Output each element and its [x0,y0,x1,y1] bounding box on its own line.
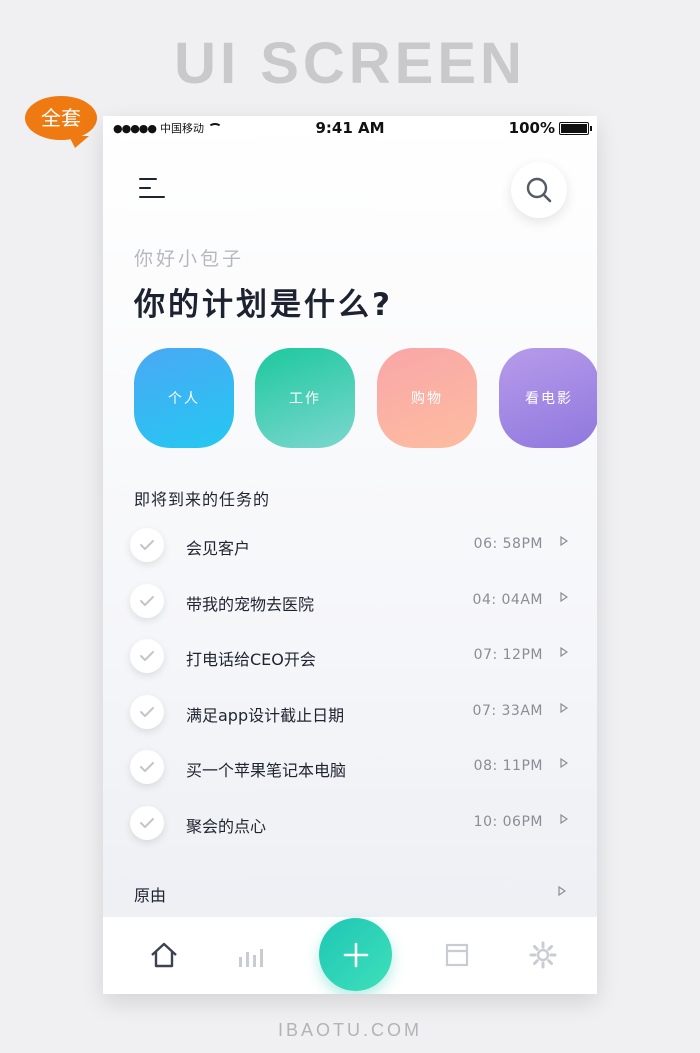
task-checkbox[interactable] [130,694,164,729]
status-bar: ●●●●● 中国移动 9:41 AM 100% [103,116,597,140]
upcoming-tasks-title: 即将到来的任务的 [134,490,271,509]
chevron-right-icon[interactable] [560,702,568,713]
task-row[interactable]: 会见客户 06: 58PM [130,526,570,566]
task-time: 06: 58PM [473,536,543,552]
category-label: 个人 [168,391,200,407]
home-icon[interactable] [149,941,179,969]
add-icon [343,942,368,967]
chevron-right-icon[interactable] [560,591,568,602]
search-button[interactable] [511,162,567,218]
category-label: 工作 [289,391,321,407]
chevron-right-icon[interactable] [560,758,568,768]
calendar-icon[interactable] [445,943,469,967]
task-time: 04: 04AM [472,591,543,608]
task-row[interactable]: 带我的宠物去医院 04: 04AM [130,582,570,622]
task-time: 10: 06PM [473,813,543,830]
greeting-text: 你好小包子 [134,248,245,270]
check-icon [140,706,154,717]
category-label: 看电影 [525,391,573,407]
footer-url: IBAOTU.COM [277,1020,422,1040]
chevron-right-icon[interactable] [558,886,566,896]
status-right: 100% [508,119,592,137]
category-shopping[interactable]: 购物 [377,348,477,448]
menu-icon[interactable] [139,176,167,202]
settings-icon[interactable] [529,941,557,969]
task-checkbox[interactable] [130,805,164,840]
task-time: 07: 33AM [472,702,543,719]
task-label: 会见客户 [186,539,251,558]
category-label: 购物 [411,391,443,407]
search-icon [526,177,552,203]
task-row[interactable]: 买一个苹果笔记本电脑 08: 11PM [130,748,570,788]
poster-title: UI SCREEN [174,31,526,96]
headline: 你的计划是什么? [134,287,393,323]
check-icon [140,540,154,550]
task-label: 打电话给CEO开会 [186,650,316,669]
phone-screen: ●●●●● 中国移动 9:41 AM 100% 你好小包子 你的计划是什么? 个… [103,116,597,994]
category-work[interactable]: 工作 [255,348,355,448]
chevron-right-icon[interactable] [560,813,568,824]
check-icon [140,762,154,772]
battery-percent: 100% [508,119,555,137]
task-row[interactable]: 聚会的点心 10: 06PM [130,804,570,844]
task-row[interactable]: 打电话给CEO开会 07: 12PM [130,637,570,677]
task-checkbox[interactable] [130,528,164,562]
stats-icon[interactable] [238,945,264,967]
full-set-badge: 全套 [25,96,97,148]
task-checkbox[interactable] [130,750,164,784]
check-icon [140,595,154,606]
category-personal[interactable]: 个人 [134,348,234,448]
task-label: 聚会的点心 [186,816,267,836]
category-movies[interactable]: 看电影 [499,348,597,448]
task-time: 08: 11PM [473,758,543,774]
check-icon [140,817,154,828]
task-row[interactable]: 满足app设计截止日期 07: 33AM [130,693,570,733]
task-checkbox[interactable] [130,639,164,673]
task-time: 07: 12PM [473,647,543,663]
task-label: 买一个苹果笔记本电脑 [186,761,347,780]
task-label: 带我的宠物去医院 [186,594,315,614]
battery-icon [559,121,592,135]
add-task-button[interactable] [319,918,392,991]
reason-label[interactable]: 原由 [134,882,166,906]
check-icon [140,651,154,661]
task-checkbox[interactable] [130,583,164,618]
task-label: 满足app设计截止日期 [186,705,345,725]
chevron-right-icon[interactable] [560,536,568,546]
chevron-right-icon[interactable] [560,647,568,657]
